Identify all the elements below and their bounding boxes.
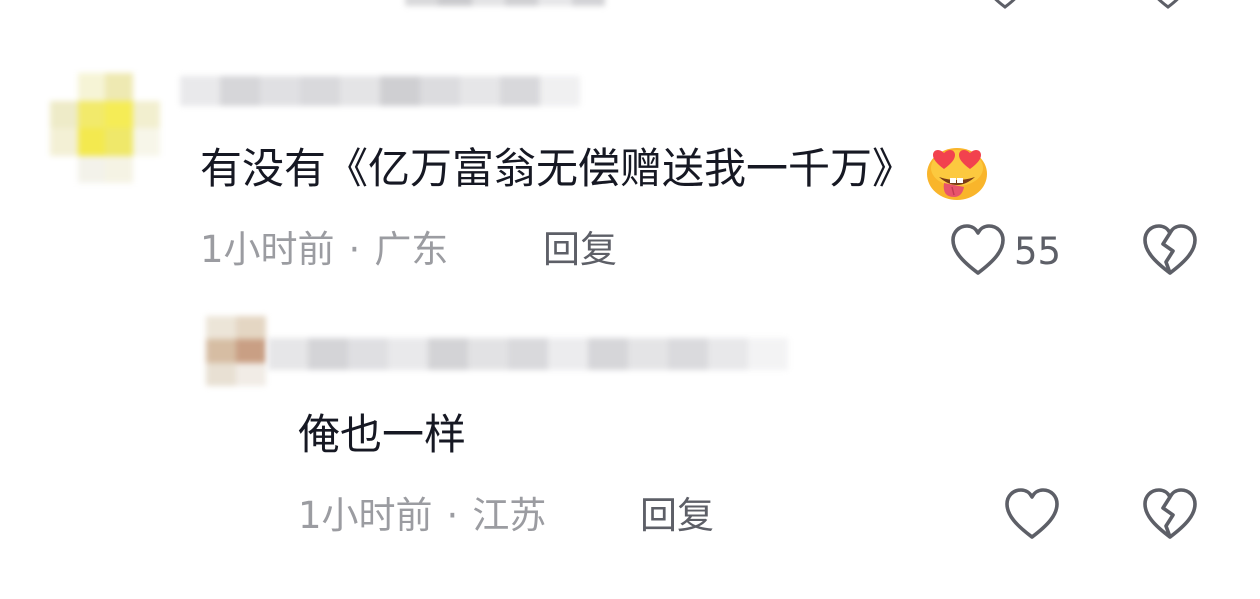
previous-comment-meta-blur	[405, 0, 605, 6]
reply-location: 江苏	[472, 494, 547, 537]
reply-button[interactable]: 回复	[543, 226, 617, 274]
broken-heart-icon[interactable]	[1142, 224, 1198, 278]
like-count: 55	[1014, 230, 1062, 273]
comment-text: 有没有《亿万富翁无偿赠送我一千万》	[200, 141, 990, 201]
reply-time: 1小时前	[298, 494, 433, 537]
username-blurred[interactable]	[180, 76, 580, 106]
reply-meta: 1小时前 · 江苏 回复	[298, 492, 714, 540]
reply-text: 俺也一样	[298, 410, 467, 459]
avatar[interactable]	[206, 316, 266, 386]
heart-outline-icon[interactable]	[985, 0, 1025, 10]
comment-meta: 1小时前 · 广东 回复	[200, 226, 617, 274]
comment-body: 有没有《亿万富翁无偿赠送我一千万》	[200, 144, 915, 193]
broken-heart-icon[interactable]	[1142, 488, 1198, 542]
comment-time: 1小时前	[200, 228, 335, 271]
username-blurred[interactable]	[268, 338, 788, 370]
heart-outline-icon[interactable]	[950, 224, 1006, 278]
comment-location: 广东	[374, 228, 449, 271]
broken-heart-icon[interactable]	[1148, 0, 1188, 10]
meta-separator: ·	[348, 228, 361, 271]
reply-button[interactable]: 回复	[640, 492, 714, 540]
meta-separator: ·	[446, 494, 459, 537]
heart-outline-icon[interactable]	[1004, 488, 1060, 542]
previous-comment-fragment	[0, 0, 1260, 14]
heart-eyes-tongue-emoji	[924, 143, 990, 201]
avatar[interactable]	[50, 73, 160, 183]
